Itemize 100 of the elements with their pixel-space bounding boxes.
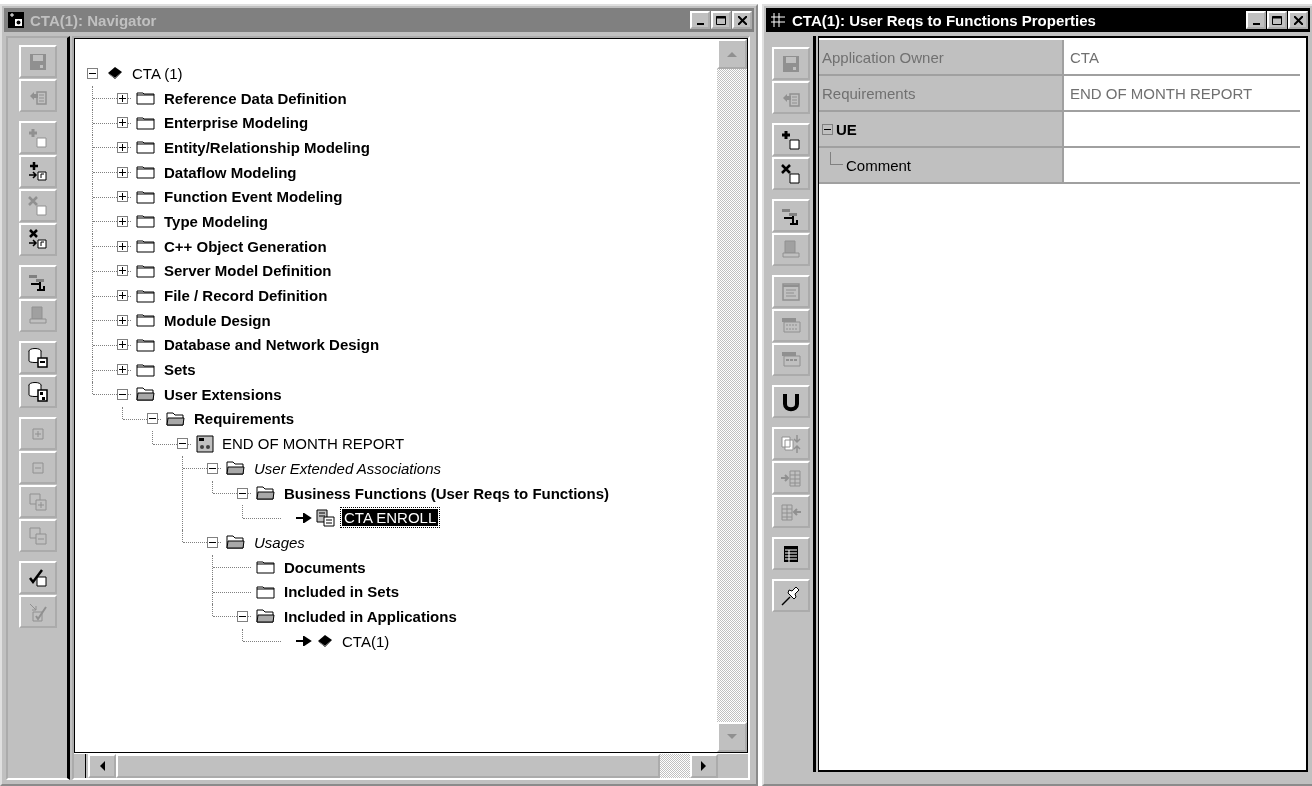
up-arrow-icon	[727, 51, 737, 57]
down-arrow-icon	[727, 734, 737, 740]
toolbar-button[interactable]	[771, 537, 810, 570]
expand-toggle[interactable]	[117, 314, 128, 326]
minimize-button[interactable]	[1246, 11, 1266, 29]
property-value: END OF MONTH REPORT	[1070, 84, 1253, 102]
grid-icon	[769, 11, 787, 29]
expand-toggle[interactable]	[177, 438, 188, 450]
close-icon	[1293, 15, 1303, 25]
folder-icon	[136, 336, 156, 353]
tree-item[interactable]: Function Event Modeling	[162, 188, 345, 206]
maximize-icon	[716, 15, 726, 25]
toolbar-button[interactable]	[771, 199, 810, 232]
expand-toggle[interactable]	[237, 487, 248, 499]
cross-square-icon	[25, 193, 50, 218]
expand-toggle[interactable]	[117, 388, 128, 400]
right-arrow-icon	[701, 761, 707, 771]
toolbar-button[interactable]	[18, 223, 57, 256]
tree-item[interactable]: Database and Network Design	[162, 336, 382, 354]
folder-icon	[136, 164, 156, 181]
plus-icon	[118, 241, 127, 251]
folder-icon	[136, 287, 156, 304]
arrow-icon	[296, 636, 312, 647]
window-title: CTA(1): User Reqs to Functions Properties	[792, 11, 1097, 29]
expand-toggle[interactable]	[117, 265, 128, 277]
expand-toggle[interactable]	[117, 364, 128, 376]
arrow-icon	[296, 512, 312, 523]
folder-icon	[136, 312, 156, 329]
expand-toggle[interactable]	[117, 141, 128, 153]
toolbar-button[interactable]	[18, 155, 57, 188]
expand-toggle[interactable]	[237, 610, 248, 622]
scrollbar-thumb[interactable]	[116, 754, 660, 778]
tree-item[interactable]: Enterprise Modeling	[162, 114, 311, 132]
expand-toggle[interactable]	[117, 117, 128, 129]
toolbar-button[interactable]	[18, 375, 57, 408]
toolbar-button[interactable]	[18, 341, 57, 374]
expand-toggle[interactable]	[117, 215, 128, 227]
property-label: Requirements	[822, 84, 916, 102]
plus-icon	[118, 192, 127, 202]
expand-toggle[interactable]	[117, 92, 128, 104]
expand-toggle[interactable]	[117, 240, 128, 252]
minimize-icon	[696, 22, 704, 25]
toolbar-button[interactable]	[771, 579, 810, 612]
folder-icon	[136, 90, 156, 107]
toolbar-button[interactable]	[18, 265, 57, 298]
scroll-left-button[interactable]	[88, 754, 116, 778]
plus-icon	[118, 118, 127, 128]
toolbar-button[interactable]	[18, 561, 57, 594]
maximize-icon	[1272, 15, 1282, 25]
folder-icon	[136, 213, 156, 230]
property-value: CTA	[1070, 48, 1099, 66]
expand-toggle[interactable]	[117, 191, 128, 203]
open-folder-icon	[136, 386, 156, 403]
folder-icon	[256, 559, 276, 576]
close-button[interactable]	[1288, 11, 1308, 29]
plus-icon	[118, 291, 127, 301]
left-arrow-icon	[99, 761, 105, 771]
close-button[interactable]	[732, 11, 752, 29]
minimize-icon	[1252, 22, 1260, 25]
folder-icon	[136, 262, 156, 279]
property-label: Comment	[846, 156, 912, 174]
expand-toggle[interactable]	[207, 536, 218, 548]
expand-toggle[interactable]	[117, 290, 128, 302]
tree-item[interactable]: CTA ENROLL	[342, 509, 439, 527]
database-diagram-icon	[25, 345, 50, 370]
plus-icon	[118, 340, 127, 350]
toolbar-button[interactable]	[771, 123, 810, 156]
plus-icon	[118, 93, 127, 103]
expand-toggle[interactable]	[117, 339, 128, 351]
property-label: Application Owner	[822, 48, 944, 66]
plus-icon	[118, 315, 127, 325]
close-icon	[737, 15, 747, 25]
window-title: CTA(1): Navigator	[30, 11, 158, 29]
scroll-up-button[interactable]	[717, 39, 747, 69]
folder-icon	[136, 238, 156, 255]
expand-toggle[interactable]	[147, 413, 158, 425]
property-group-label: UE	[836, 120, 857, 138]
plus-icon	[118, 167, 127, 177]
expand-toggle[interactable]	[117, 166, 128, 178]
folder-icon	[136, 361, 156, 378]
toolbar-button[interactable]	[771, 157, 810, 190]
plus-icon	[118, 216, 127, 226]
plus-icon	[118, 365, 127, 375]
folder-icon	[136, 188, 156, 205]
maximize-button[interactable]	[1267, 11, 1287, 29]
open-folder-icon	[256, 608, 276, 625]
toolbar-button[interactable]	[771, 385, 810, 418]
requirement-icon	[196, 434, 214, 453]
expand-toggle[interactable]	[87, 67, 98, 79]
scroll-right-button[interactable]	[690, 754, 718, 778]
expand-toggle[interactable]	[822, 123, 833, 135]
open-folder-icon	[256, 485, 276, 502]
maximize-button[interactable]	[711, 11, 731, 29]
minimize-button[interactable]	[690, 11, 710, 29]
database-grid-icon	[25, 379, 50, 404]
application-icon	[7, 11, 25, 29]
tree-item[interactable]: Requirements	[192, 410, 297, 428]
expand-toggle[interactable]	[207, 462, 218, 474]
folder-icon	[136, 114, 156, 131]
plus-icon	[118, 266, 127, 276]
